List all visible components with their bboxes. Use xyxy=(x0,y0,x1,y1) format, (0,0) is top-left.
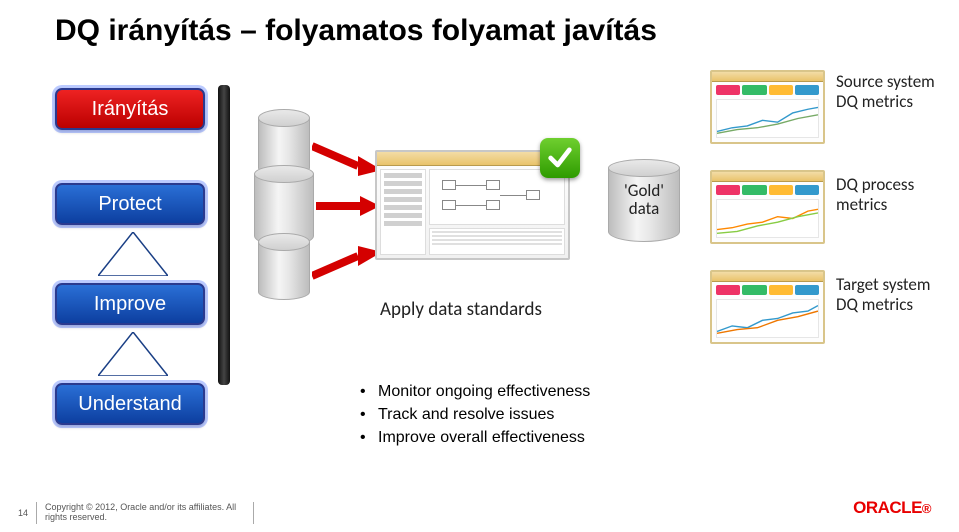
stage-protect: Protect xyxy=(55,183,205,225)
checkmark-icon xyxy=(540,138,580,178)
stage-understand: Understand xyxy=(55,383,205,425)
dashboard-thumb-process xyxy=(710,170,825,244)
copyright-text: Copyright © 2012, Oracle and/or its affi… xyxy=(45,503,245,523)
gold-label-2: data xyxy=(608,200,680,218)
gold-data-cylinder: 'Gold' data xyxy=(608,168,680,242)
red-arrow-2 xyxy=(316,196,382,216)
bullet-monitor: Monitor ongoing effectiveness xyxy=(360,380,590,403)
label-process-metrics: DQ process metrics xyxy=(836,175,946,214)
stage-connector-bar xyxy=(218,85,230,385)
stage-improve: Improve xyxy=(55,283,205,325)
stage-iranyitas: Irányítás xyxy=(55,88,205,130)
bullet-improve: Improve overall effectiveness xyxy=(360,426,590,449)
red-arrow-1 xyxy=(312,142,384,176)
oracle-logo-text: ORACLE xyxy=(853,498,922,517)
footer-divider-2 xyxy=(253,502,254,524)
footer: 14 Copyright © 2012, Oracle and/or its a… xyxy=(18,502,254,524)
page-title: DQ irányítás – folyamatos folyamat javít… xyxy=(55,14,657,48)
apply-standards-label: Apply data standards xyxy=(380,298,542,321)
understand-bullets: Monitor ongoing effectiveness Track and … xyxy=(360,380,590,450)
footer-divider xyxy=(36,502,37,524)
arrow-up-1 xyxy=(98,232,168,276)
dashboard-thumb-target xyxy=(710,270,825,344)
stage-improve-label: Improve xyxy=(94,293,166,316)
title-main: DQ irányítás xyxy=(55,14,232,47)
page-number: 14 xyxy=(18,508,28,518)
stage-protect-label: Protect xyxy=(98,193,161,216)
stage-iranyitas-label: Irányítás xyxy=(92,98,169,121)
red-arrow-3 xyxy=(312,246,384,280)
stage-understand-label: Understand xyxy=(78,393,181,416)
cylinder-source-3 xyxy=(258,242,310,300)
label-source-metrics: Source system DQ metrics xyxy=(836,72,946,111)
oracle-logo: ORACLE® xyxy=(853,498,931,518)
bullet-track: Track and resolve issues xyxy=(360,403,590,426)
dashboard-thumb-source xyxy=(710,70,825,144)
label-target-metrics: Target system DQ metrics xyxy=(836,275,946,314)
arrow-up-2 xyxy=(98,332,168,376)
title-sub: – folyamatos folyamat javítás xyxy=(240,14,657,47)
